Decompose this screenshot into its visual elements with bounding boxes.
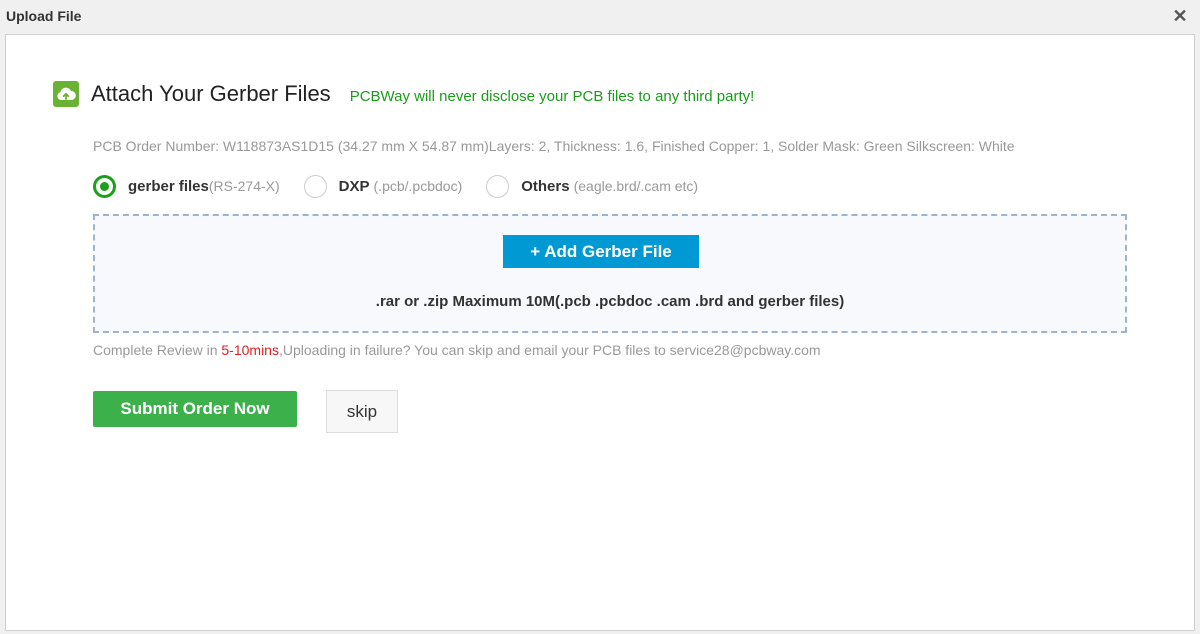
radio-label: Others bbox=[521, 177, 570, 195]
order-info: PCB Order Number: W118873AS1D15 (34.27 m… bbox=[93, 138, 1015, 154]
radio-hint: (.pcb/.pcbdoc) bbox=[373, 178, 463, 194]
privacy-notice: PCBWay will never disclose your PCB file… bbox=[349, 88, 755, 105]
radio-label: DXP bbox=[338, 177, 370, 195]
radio-gerber-files[interactable]: gerber files (RS-274-X) bbox=[93, 174, 280, 198]
radio-button-selected[interactable] bbox=[93, 174, 116, 198]
section-heading-row: Attach Your Gerber Files PCBWay will nev… bbox=[53, 79, 754, 109]
section-title: Attach Your Gerber Files bbox=[91, 81, 331, 106]
radio-button[interactable] bbox=[303, 174, 327, 198]
radio-hint: (RS-274-X) bbox=[208, 178, 280, 194]
submit-order-button[interactable]: Submit Order Now bbox=[93, 391, 297, 427]
dialog-header: Upload File ✕ bbox=[0, 0, 1200, 34]
review-time-highlight: 5-10mins bbox=[221, 342, 279, 358]
add-gerber-file-button[interactable]: + Add Gerber File bbox=[503, 235, 699, 268]
radio-hint: (eagle.brd/.cam etc) bbox=[573, 178, 699, 194]
review-note: Complete Review in 5-10mins,Uploading in… bbox=[93, 342, 821, 358]
dialog-body: Attach Your Gerber Files PCBWay will nev… bbox=[5, 34, 1195, 631]
dialog-title: Upload File bbox=[6, 8, 82, 24]
accepted-formats-text: .rar or .zip Maximum 10M(.pcb .pcbdoc .c… bbox=[375, 293, 845, 310]
skip-button[interactable]: skip bbox=[326, 390, 398, 433]
file-drop-zone[interactable]: + Add Gerber File .rar or .zip Maximum 1… bbox=[93, 214, 1127, 333]
radio-others[interactable]: Others (eagle.brd/.cam etc) bbox=[486, 174, 699, 198]
review-prefix: Complete Review in bbox=[93, 342, 222, 358]
file-type-radio-group: gerber files (RS-274-X) DXP (.pcb/.pcbdo… bbox=[93, 174, 722, 198]
radio-label: gerber files bbox=[128, 177, 209, 195]
radio-dxp[interactable]: DXP (.pcb/.pcbdoc) bbox=[303, 174, 463, 198]
review-suffix: ,Uploading in failure? You can skip and … bbox=[278, 342, 821, 358]
radio-button[interactable] bbox=[486, 174, 510, 198]
cloud-upload-icon bbox=[53, 81, 79, 107]
close-icon[interactable]: ✕ bbox=[1172, 6, 1188, 26]
